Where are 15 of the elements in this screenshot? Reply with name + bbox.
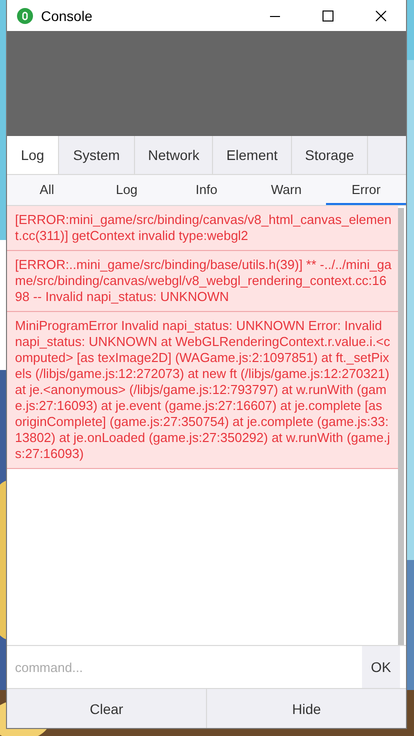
toolbar-button[interactable]: Hide [206,689,406,728]
log-entry: MiniProgramError Invalid napi_status: UNKNOWN Error: Invalid napi_status: UNKNOWN at WebGLRenderingContext.r.value.i.<computed> [as texImage2D] (WAGame.js:2:1097851) at ft._setPixels (/libjs/game.js:12:272073) at new ft (/libjs/game.js:12:270321) at je.<anonymous> (/libjs/game.js:12:793797) at w.runWith (game.js:27:16093) at je.event (game.js:27:16607) at je.complete [as originComplete] (game.js:27:350754) at je.complete (game.js:33:13802) at je.onLoaded (game.js:27:350292) at w.runWith (game.js:27:16093) [7,312,398,469]
filter-tab[interactable]: All [7,175,87,205]
filter-tab[interactable]: Info [166,175,246,205]
filter-tab[interactable]: Warn [246,175,326,205]
ok-button[interactable]: OK [362,646,400,688]
log-entry: [ERROR:mini_game/src/binding/canvas/v8_html_canvas_element.cc(311)] getContext invalid type:webgl2 [7,206,398,251]
window-title: Console [41,8,92,24]
close-icon[interactable] [375,10,387,22]
scrollbar[interactable] [398,208,404,645]
filter-tab[interactable]: Log [86,175,167,205]
maximize-icon[interactable] [322,10,334,22]
tab[interactable]: Log [7,136,59,174]
log-entry: [ERROR:..mini_game/src/binding/base/utils.h(39)] ** -../../mini_game/src/binding/canvas/webgl/v8_webgl_rendering_context.cc:1698 -- Invalid napi_status: UNKNOWN [7,251,398,312]
toolbar-button[interactable]: Clear [7,689,206,728]
